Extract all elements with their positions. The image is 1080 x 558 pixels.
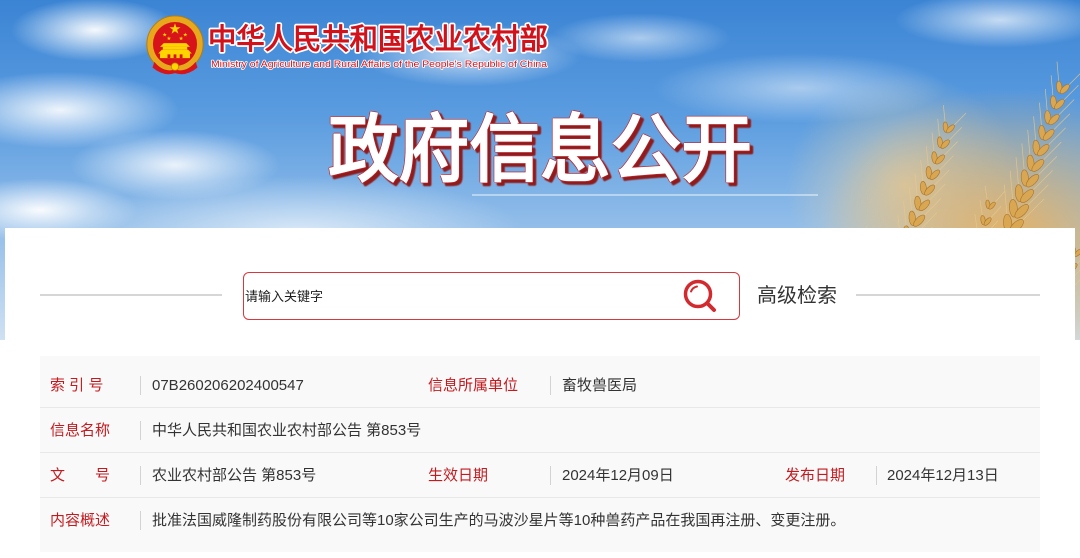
site-logo-link[interactable]: 中华人民共和国农业农村部 Ministry of Agriculture and… [143,12,551,78]
index-no-label: 索 引 号 [50,377,104,394]
column-divider [140,421,141,440]
summary-label: 内容概述 [50,512,111,529]
doc-no-label: 文 号 [50,467,111,484]
info-row-docno: 文 号 农业农村部公告 第853号 生效日期 2024年12月09日 发布日期 … [40,453,1040,498]
section-title-text: 政府信息公开 [328,107,752,193]
info-row-title: 信息名称 中华人民共和国农业农村部公告 第853号 [40,408,1040,453]
section-title: 政府信息公开 [327,106,818,196]
search-divider-right [856,294,1040,296]
national-emblem-icon [146,15,204,75]
info-row-index: 索 引 号 07B260206202400547 信息所属单位 畜牧兽医局 [40,363,1040,408]
search-divider-left [40,294,222,296]
site-logo-text: 中华人民共和国农业农村部 Ministry of Agriculture and… [206,20,550,71]
column-divider [876,466,877,485]
effective-date-label: 生效日期 [428,467,489,484]
doc-no-value: 农业农村部公告 第853号 [152,467,317,484]
publish-date-value: 2024年12月13日 [887,467,999,484]
info-title-label: 信息名称 [50,422,111,439]
search-box [243,272,740,320]
org-name-cn: 中华人民共和国农业农村部 [208,22,548,56]
search-button[interactable] [678,277,720,315]
search-icon [683,279,716,312]
page: 中华人民共和国农业农村部 Ministry of Agriculture and… [0,0,1080,558]
info-title-value: 中华人民共和国农业农村部公告 第853号 [152,422,422,439]
column-divider [550,376,551,395]
column-divider [550,466,551,485]
search-input[interactable] [244,273,676,319]
info-table: 索 引 号 07B260206202400547 信息所属单位 畜牧兽医局 信息… [40,356,1040,552]
org-name-en: Ministry of Agriculture and Rural Affair… [211,59,548,70]
department-value: 畜牧兽医局 [562,377,638,394]
column-divider [140,376,141,395]
column-divider [140,511,141,530]
department-label: 信息所属单位 [428,377,519,394]
index-no-value: 07B260206202400547 [152,377,304,394]
column-divider [140,466,141,485]
effective-date-value: 2024年12月09日 [562,467,674,484]
advanced-search-link[interactable]: 高级检索 [757,281,837,311]
publish-date-label: 发布日期 [785,467,846,484]
summary-value: 批准法国威隆制药股份有限公司等10家公司生产的马波沙星片等10种兽药产品在我国再… [152,512,846,529]
info-row-summary: 内容概述 批准法国威隆制药股份有限公司等10家公司生产的马波沙星片等10种兽药产… [40,498,1040,543]
